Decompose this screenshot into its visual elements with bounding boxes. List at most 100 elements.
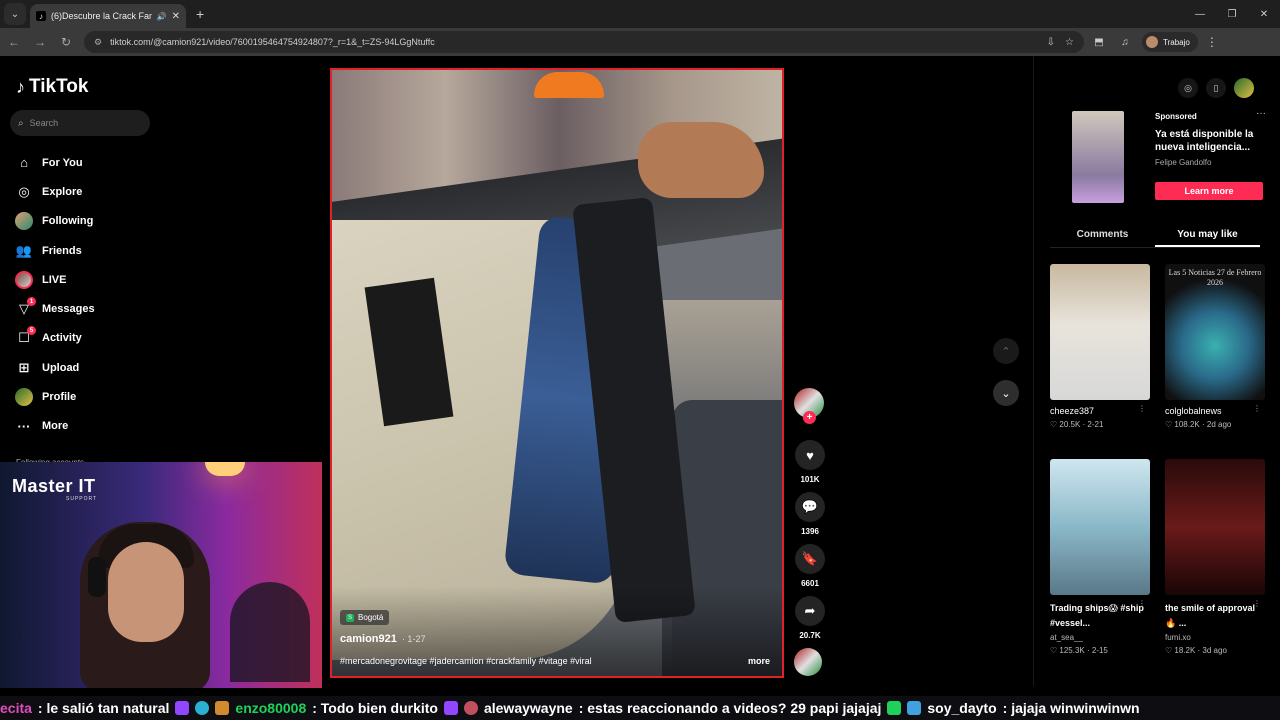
recommended-card[interactable]: ⋮ cheeze387 ♡ 20.5K · 2-21	[1050, 264, 1150, 429]
sidebar-item-friends[interactable]: 👥 Friends	[14, 236, 95, 265]
sidebar-item-label: Profile	[42, 391, 77, 404]
recommended-card[interactable]: ⋮ Trading ships😱 #ship #vessel... at_sea…	[1050, 459, 1150, 655]
compass-icon[interactable]: ◎	[1178, 78, 1198, 98]
previous-video-chevron-up-icon[interactable]: ⌃	[993, 338, 1019, 364]
following-avatar-icon	[14, 211, 34, 231]
site-info-icon[interactable]: ⚙	[94, 37, 102, 48]
sidebar-item-profile[interactable]: Profile	[14, 382, 95, 411]
card-thumbnail[interactable]	[1050, 264, 1150, 400]
ad-thumbnail[interactable]	[1072, 111, 1124, 203]
sidebar-item-live[interactable]: LIVE	[14, 265, 95, 294]
address-bar[interactable]: ⚙ tiktok.com/@camion921/video/7600195464…	[84, 31, 1084, 53]
back-icon[interactable]: ←	[2, 30, 26, 54]
logo-text: TikTok	[29, 76, 89, 97]
card-options-icon[interactable]: ⋮	[1138, 599, 1146, 608]
forward-icon[interactable]: →	[28, 30, 52, 54]
share-icon[interactable]: ➦	[795, 596, 825, 626]
sidebar-item-label: Activity	[42, 332, 82, 345]
close-window-icon[interactable]: ✕	[1248, 0, 1280, 28]
video-player[interactable]: S Bogotá camion921 · 1-27 #mercadonegrov…	[330, 68, 784, 678]
comment-icon[interactable]: 💬	[795, 492, 825, 522]
video-author[interactable]: camion921	[340, 633, 397, 645]
install-app-icon[interactable]: ⇩	[1047, 37, 1055, 48]
close-tab-icon[interactable]: ✕	[172, 11, 180, 22]
card-thumbnail[interactable]	[1165, 459, 1265, 595]
sidebar-item-more[interactable]: ··· More	[14, 412, 95, 441]
sidebar-item-activity[interactable]: ☐ 5 Activity	[14, 324, 95, 353]
recommended-card[interactable]: Las 5 Noticias 27 de Febrero 2026 ⋮ colg…	[1165, 264, 1265, 429]
video-hashtags[interactable]: #mercadonegrovitage #jadercamion #crackf…	[340, 656, 592, 666]
speaker-icon[interactable]: 🔊	[157, 12, 167, 21]
video-scene-umbrella	[534, 72, 604, 98]
comment-action[interactable]: 💬 1396	[794, 492, 826, 536]
sidebar-item-messages[interactable]: ▽ 1 Messages	[14, 294, 95, 323]
reload-icon[interactable]: ↻	[54, 30, 78, 54]
media-control-icon[interactable]: ♫	[1114, 37, 1136, 48]
minimize-icon[interactable]: —	[1184, 0, 1216, 28]
twitch-icon	[175, 701, 190, 715]
heart-icon[interactable]: ♥	[795, 440, 825, 470]
mobile-icon[interactable]: ▯	[1206, 78, 1226, 98]
card-options-icon[interactable]: ⋮	[1253, 404, 1261, 413]
new-tab-button[interactable]: +	[196, 6, 204, 22]
tab-you-may-like[interactable]: You may like	[1155, 224, 1260, 247]
next-video-chevron-down-icon[interactable]: ⌄	[993, 380, 1019, 406]
search-placeholder: Search	[29, 118, 59, 128]
tab-comments[interactable]: Comments	[1050, 224, 1155, 247]
card-stats: ♡ 18.2K · 3d ago	[1165, 646, 1227, 655]
card-options-icon[interactable]: ⋮	[1253, 599, 1261, 608]
home-icon: ⌂	[20, 155, 28, 171]
creator-avatar[interactable]: +	[794, 388, 824, 424]
chat-ticker: ecita : le salió tan natural enzo80008 :…	[0, 696, 1280, 720]
messages-badge: 1	[27, 297, 36, 307]
tab-search-button[interactable]: ⌄	[4, 3, 26, 25]
more-link[interactable]: more	[748, 656, 770, 666]
tiktok-logo[interactable]: ♪ TikTok	[16, 76, 88, 98]
twitch-icon	[443, 701, 458, 715]
bookmark-star-icon[interactable]: ☆	[1065, 37, 1074, 48]
sound-avatar[interactable]	[794, 648, 822, 676]
compass-icon: ◎	[18, 183, 30, 199]
card-username[interactable]: cheeze387	[1050, 406, 1150, 416]
sidebar-item-label: Messages	[42, 303, 95, 316]
card-username[interactable]: at_sea__	[1050, 633, 1150, 642]
comment-count: 1396	[801, 527, 819, 536]
save-action[interactable]: 🔖 6601	[794, 544, 826, 588]
video-author-row: camion921 · 1-27	[340, 633, 425, 645]
ticker-username: enzo80008	[235, 700, 307, 716]
extensions-icon[interactable]: ⬒	[1088, 37, 1110, 48]
ticker-username: alewaywayne	[483, 700, 573, 716]
save-count: 6601	[801, 579, 819, 588]
bookmark-icon[interactable]: 🔖	[795, 544, 825, 574]
sidebar-item-explore[interactable]: ◎ Explore	[14, 177, 95, 206]
search-input[interactable]: ⌕ Search	[10, 110, 150, 136]
sidebar-item-label: Upload	[42, 361, 80, 374]
sidebar-item-for-you[interactable]: ⌂ For You	[14, 148, 95, 177]
browser-tab-strip: ⌄ ♪ (6)Descubre la Crack Family 🔊 ✕ + — …	[0, 0, 1280, 28]
card-stats: ♡ 125.3K · 2-15	[1050, 646, 1108, 655]
recommended-card[interactable]: ⋮ the smile of approval 🔥 ... fumi.xo ♡ …	[1165, 459, 1265, 655]
ad-options-icon[interactable]: ···	[1256, 108, 1266, 119]
share-action[interactable]: ➦ 20.7K	[794, 596, 826, 640]
browser-menu-icon[interactable]: ⋮	[1206, 35, 1218, 49]
follow-plus-icon[interactable]: +	[803, 411, 816, 424]
card-stats-text: 20.5K · 2-21	[1059, 420, 1104, 429]
browser-tab[interactable]: ♪ (6)Descubre la Crack Family 🔊 ✕	[30, 4, 186, 28]
sidebar-item-upload[interactable]: ⊞ Upload	[14, 353, 95, 382]
card-options-icon[interactable]: ⋮	[1138, 404, 1146, 413]
like-action[interactable]: ♥ 101K	[794, 440, 826, 484]
profile-chip[interactable]: Trabajo	[1142, 32, 1198, 52]
card-title[interactable]: Trading ships😱 #ship #vessel...	[1050, 601, 1150, 631]
location-chip[interactable]: S Bogotá	[340, 610, 390, 625]
card-username[interactable]: colglobalnews	[1165, 406, 1265, 416]
sponsored-ad[interactable]: Sponsored ··· Ya está disponible la nuev…	[1050, 108, 1266, 204]
card-thumbnail[interactable]: Las 5 Noticias 27 de Febrero 2026	[1165, 264, 1265, 400]
card-username[interactable]: fumi.xo	[1165, 633, 1265, 642]
window-controls: — ❐ ✕	[1184, 0, 1280, 28]
learn-more-button[interactable]: Learn more	[1155, 182, 1263, 200]
card-thumbnail[interactable]	[1050, 459, 1150, 595]
restore-icon[interactable]: ❐	[1216, 0, 1248, 28]
card-title[interactable]: the smile of approval 🔥 ...	[1165, 601, 1265, 631]
sidebar-item-following[interactable]: Following	[14, 207, 95, 236]
user-avatar[interactable]	[1234, 78, 1254, 98]
